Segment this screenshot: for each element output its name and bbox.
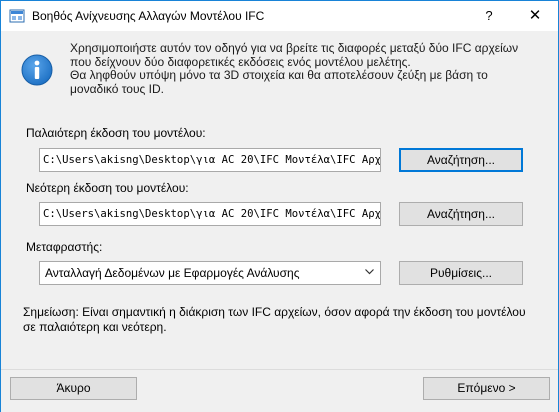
translator-selected-value: Ανταλλαγή Δεδομένων με Εφαρμογές Ανάλυση… bbox=[45, 266, 300, 280]
dialog-content: Χρησιμοποιήστε αυτόν τον οδηγό για να βρ… bbox=[1, 31, 558, 369]
info-line: Χρησιμοποιήστε αυτόν τον οδηγό για να βρ… bbox=[70, 41, 519, 55]
close-button[interactable]: ✕ bbox=[512, 1, 558, 31]
dialog-window: Βοηθός Ανίχνευσης Αλλαγών Μοντέλου IFC ?… bbox=[0, 0, 559, 412]
window-title: Βοηθός Ανίχνευσης Αλλαγών Μοντέλου IFC bbox=[32, 9, 265, 23]
next-button[interactable]: Επόμενο > bbox=[423, 377, 550, 400]
newer-version-path-field[interactable]: C:\Users\akisng\Desktop\για AC 20\IFC Μο… bbox=[39, 202, 381, 226]
older-version-label: Παλαιότερη έκδοση του μοντέλου: bbox=[26, 126, 206, 140]
title-bar: Βοηθός Ανίχνευσης Αλλαγών Μοντέλου IFC ?… bbox=[1, 1, 558, 31]
older-browse-button[interactable]: Αναζήτηση... bbox=[399, 148, 523, 172]
info-description: Χρησιμοποιήστε αυτόν τον οδηγό για να βρ… bbox=[70, 41, 540, 96]
help-button[interactable]: ? bbox=[466, 1, 512, 31]
info-line: Θα ληφθούν υπόψη μόνο τα 3D στοιχεία και… bbox=[70, 68, 488, 82]
info-icon bbox=[21, 54, 53, 86]
info-line: μοναδικό τους ID. bbox=[70, 81, 164, 96]
newer-browse-button[interactable]: Αναζήτηση... bbox=[399, 202, 523, 226]
note-line: Σημείωση: Είναι σημαντική η διάκριση των… bbox=[23, 305, 526, 319]
chevron-down-icon bbox=[365, 269, 374, 275]
dialog-footer: Άκυρο Επόμενο > bbox=[1, 369, 558, 412]
info-line: που δείχνουν δύο διαφορετικές εκδόσεις ε… bbox=[70, 54, 411, 69]
app-icon bbox=[9, 9, 25, 23]
newer-version-label: Νεότερη έκδοση του μοντέλου: bbox=[26, 181, 189, 195]
translator-select[interactable]: Ανταλλαγή Δεδομένων με Εφαρμογές Ανάλυση… bbox=[39, 261, 381, 285]
translator-label: Μεταφραστής: bbox=[26, 240, 103, 254]
cancel-button[interactable]: Άκυρο bbox=[10, 377, 137, 400]
translator-settings-button[interactable]: Ρυθμίσεις... bbox=[399, 261, 523, 285]
note-line: σε παλαιότερη και νεότερη. bbox=[23, 320, 167, 334]
note-text: Σημείωση: Είναι σημαντική η διάκριση των… bbox=[23, 305, 543, 335]
older-version-path-field[interactable]: C:\Users\akisng\Desktop\για AC 20\IFC Μο… bbox=[39, 148, 381, 172]
